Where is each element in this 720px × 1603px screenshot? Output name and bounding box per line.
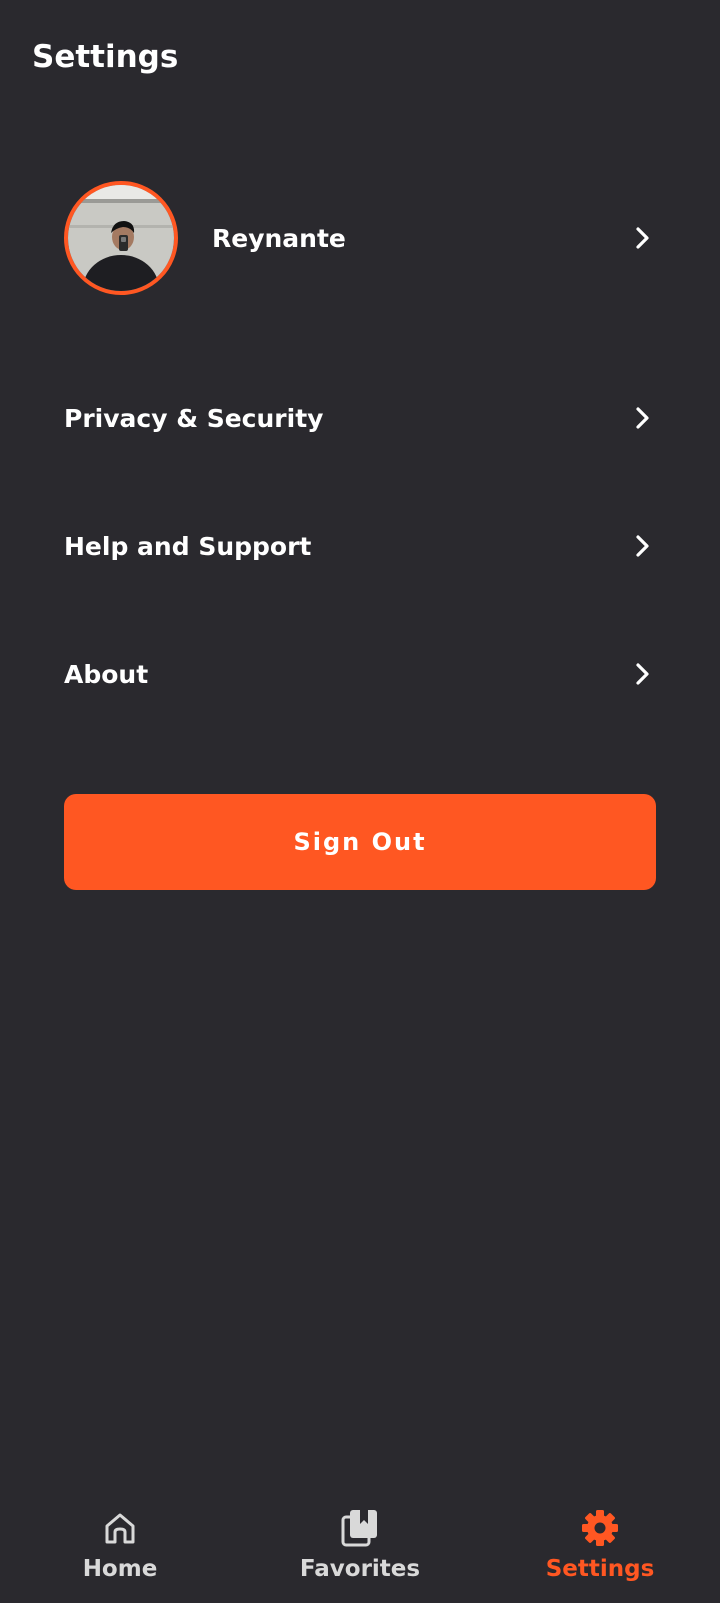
nav-item-settings[interactable]: Settings — [480, 1496, 720, 1603]
home-icon — [100, 1508, 140, 1548]
menu-item-label: Help and Support — [64, 531, 312, 561]
menu-item-label: About — [64, 659, 149, 689]
sign-out-button[interactable]: Sign Out — [64, 794, 656, 890]
chevron-right-icon — [630, 533, 656, 559]
nav-label: Settings — [545, 1556, 655, 1582]
menu-item-privacy-security[interactable]: Privacy & Security — [64, 388, 656, 448]
profile-name: Reynante — [212, 223, 346, 253]
menu-item-about[interactable]: About — [64, 644, 656, 704]
nav-item-home[interactable]: Home — [0, 1496, 240, 1603]
profile-row[interactable]: Reynante — [64, 176, 656, 300]
bookmark-icon — [340, 1508, 380, 1548]
sign-out-label: Sign Out — [293, 828, 427, 856]
menu-item-label: Privacy & Security — [64, 403, 324, 433]
chevron-right-icon — [630, 405, 656, 431]
bottom-nav: Home Favorites Settings — [0, 1496, 720, 1603]
nav-item-favorites[interactable]: Favorites — [240, 1496, 480, 1603]
avatar — [64, 181, 178, 295]
chevron-right-icon — [630, 225, 656, 251]
page-title: Settings — [32, 39, 179, 75]
nav-label: Favorites — [299, 1556, 421, 1582]
menu-item-help-support[interactable]: Help and Support — [64, 516, 656, 576]
nav-label: Home — [82, 1556, 158, 1582]
chevron-right-icon — [630, 661, 656, 687]
gear-icon — [580, 1508, 620, 1548]
